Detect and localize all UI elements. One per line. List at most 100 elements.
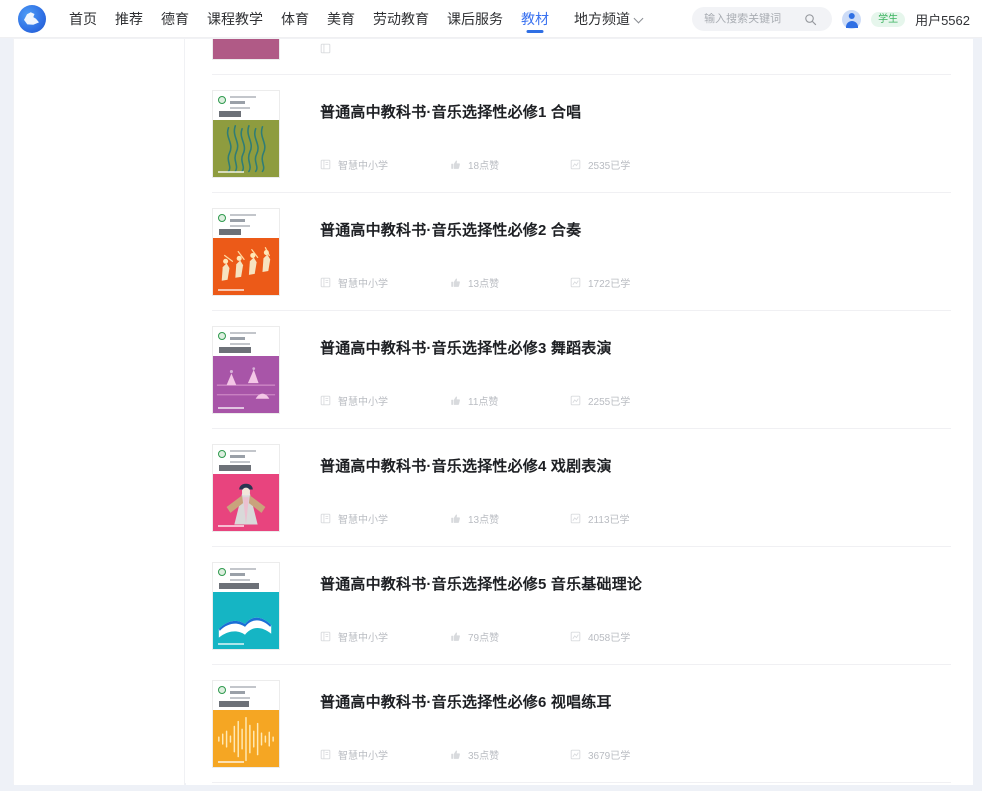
cover-art-dance-scene [213, 356, 279, 413]
learners-meta: 2113已学 [570, 511, 630, 526]
nav-label: 体育 [281, 11, 309, 27]
publisher-label: 智慧中小学 [338, 629, 388, 644]
page-body: 普通高中教科书·音乐选择性必修1 合唱 智慧中小学 18点赞 [0, 38, 982, 791]
textbook-list: 普通高中教科书·音乐选择性必修1 合唱 智慧中小学 18点赞 [186, 39, 973, 783]
thumbs-up-icon [450, 159, 461, 170]
main-nav-list: 首页 推荐 德育 课程教学 体育 美育 劳动教育 课后服务 教材 地方频道 [60, 0, 651, 38]
publisher-meta: 智慧中小学 [320, 629, 450, 644]
book-title[interactable]: 普通高中教科书·音乐选择性必修4 戏剧表演 [320, 455, 612, 476]
book-title[interactable]: 普通高中教科书·音乐选择性必修2 合奏 [320, 219, 581, 240]
nav-item-recommend[interactable]: 推荐 [106, 0, 152, 38]
book-cover[interactable] [212, 39, 280, 60]
book-info: 普通高中教科书·音乐选择性必修1 合唱 智慧中小学 18点赞 [320, 90, 961, 178]
book-title[interactable]: 普通高中教科书·音乐选择性必修1 合唱 [320, 101, 581, 122]
avatar-icon[interactable] [842, 10, 861, 29]
list-item[interactable]: 普通高中教科书·音乐选择性必修4 戏剧表演 智慧中小学 13点赞 [186, 429, 973, 547]
book-info: 普通高中教科书·音乐选择性必修6 视唱练耳 智慧中小学 35点赞 [320, 680, 961, 768]
book-meta: 智慧中小学 35点赞 3679已学 [320, 747, 630, 762]
publisher-seal-icon [218, 568, 226, 576]
book-icon [320, 749, 331, 760]
book-cover[interactable] [212, 680, 280, 768]
book-icon [320, 513, 331, 524]
thumbs-up-icon [450, 277, 461, 288]
top-navigation-bar: 首页 推荐 德育 课程教学 体育 美育 劳动教育 课后服务 教材 地方频道 学生… [0, 0, 982, 38]
nav-item-teaching[interactable]: 课程教学 [198, 0, 272, 38]
book-info [320, 39, 961, 60]
nav-label: 德育 [161, 11, 189, 27]
learners-label: 4058已学 [588, 629, 630, 644]
learners-label: 2255已学 [588, 393, 630, 408]
list-item[interactable]: 普通高中教科书·音乐选择性必修2 合奏 智慧中小学 13点赞 [186, 193, 973, 311]
book-cover[interactable] [212, 562, 280, 650]
nav-item-pe[interactable]: 体育 [272, 0, 318, 38]
nav-item-textbooks[interactable]: 教材 [512, 0, 558, 38]
nav-label: 课程教学 [207, 11, 263, 27]
learners-meta: 3679已学 [570, 747, 630, 762]
book-cover[interactable] [212, 90, 280, 178]
list-item[interactable] [186, 39, 973, 75]
nav-label: 首页 [69, 11, 97, 27]
book-cover[interactable] [212, 326, 280, 414]
nav-label: 劳动教育 [373, 11, 429, 27]
book-cover[interactable] [212, 444, 280, 532]
learners-meta: 2255已学 [570, 393, 630, 408]
learners-meta: 4058已学 [570, 629, 630, 644]
content-panel: 普通高中教科书·音乐选择性必修1 合唱 智慧中小学 18点赞 [13, 38, 973, 784]
book-icon [320, 159, 331, 170]
learners-meta: 2535已学 [570, 157, 630, 172]
book-title[interactable]: 普通高中教科书·音乐选择性必修5 音乐基础理论 [320, 573, 642, 594]
search-box[interactable] [692, 7, 832, 31]
username-label[interactable]: 用户5562 [915, 10, 970, 29]
list-item[interactable]: 普通高中教科书·音乐选择性必修3 舞蹈表演 智慧中小学 11点赞 [186, 311, 973, 429]
likes-meta: 79点赞 [450, 629, 570, 644]
publisher-label: 智慧中小学 [338, 747, 388, 762]
publisher-meta: 智慧中小学 [320, 747, 450, 762]
nav-item-local-channel[interactable]: 地方频道 [558, 0, 651, 38]
textbook-list-region: 普通高中教科书·音乐选择性必修1 合唱 智慧中小学 18点赞 [186, 39, 973, 785]
nav-item-arts[interactable]: 美育 [318, 0, 364, 38]
book-title[interactable]: 普通高中教科书·音乐选择性必修6 视唱练耳 [320, 691, 612, 712]
user-role-badge: 学生 [871, 12, 905, 27]
list-item[interactable]: 普通高中教科书·音乐选择性必修1 合唱 智慧中小学 18点赞 [186, 75, 973, 193]
learners-label: 2113已学 [588, 511, 630, 526]
study-icon [570, 395, 581, 406]
smart-education-logo[interactable] [18, 5, 46, 33]
search-input[interactable] [704, 13, 804, 25]
learners-label: 3679已学 [588, 747, 630, 762]
chevron-down-icon [634, 13, 644, 23]
likes-meta: 35点赞 [450, 747, 570, 762]
study-icon [570, 513, 581, 524]
book-meta: 智慧中小学 11点赞 2255已学 [320, 393, 630, 408]
publisher-label: 智慧中小学 [338, 511, 388, 526]
book-cover[interactable] [212, 208, 280, 296]
nav-item-moral[interactable]: 德育 [152, 0, 198, 38]
publisher-meta: 智慧中小学 [320, 511, 450, 526]
top-bar-right: 学生 用户5562 [692, 0, 970, 38]
list-item[interactable]: 普通高中教科书·音乐选择性必修5 音乐基础理论 智慧中小学 79点赞 [186, 547, 973, 665]
nav-item-afterschool[interactable]: 课后服务 [438, 0, 512, 38]
book-info: 普通高中教科书·音乐选择性必修3 舞蹈表演 智慧中小学 11点赞 [320, 326, 961, 414]
nav-label: 美育 [327, 11, 355, 27]
search-icon[interactable] [804, 13, 817, 26]
book-info: 普通高中教科书·音乐选择性必修5 音乐基础理论 智慧中小学 79点赞 [320, 562, 961, 650]
category-sidebar[interactable] [14, 39, 185, 785]
nav-item-home[interactable]: 首页 [60, 0, 106, 38]
book-meta: 智慧中小学 79点赞 4058已学 [320, 629, 630, 644]
likes-label: 79点赞 [468, 629, 499, 644]
learners-label: 2535已学 [588, 157, 630, 172]
book-icon [320, 631, 331, 642]
list-item[interactable]: 普通高中教科书·音乐选择性必修6 视唱练耳 智慧中小学 35点赞 [186, 665, 973, 783]
book-info: 普通高中教科书·音乐选择性必修4 戏剧表演 智慧中小学 13点赞 [320, 444, 961, 532]
book-meta: 智慧中小学 13点赞 1722已学 [320, 275, 630, 290]
nav-item-labor[interactable]: 劳动教育 [364, 0, 438, 38]
publisher-seal-icon [218, 214, 226, 222]
book-meta: 智慧中小学 13点赞 2113已学 [320, 511, 630, 526]
likes-meta: 18点赞 [450, 157, 570, 172]
thumbs-up-icon [450, 749, 461, 760]
publisher-seal-icon [218, 450, 226, 458]
book-icon [320, 43, 331, 54]
publisher-seal-icon [218, 686, 226, 694]
publisher-meta: 智慧中小学 [320, 275, 450, 290]
book-meta: 智慧中小学 18点赞 2535已学 [320, 157, 630, 172]
book-title[interactable]: 普通高中教科书·音乐选择性必修3 舞蹈表演 [320, 337, 612, 358]
